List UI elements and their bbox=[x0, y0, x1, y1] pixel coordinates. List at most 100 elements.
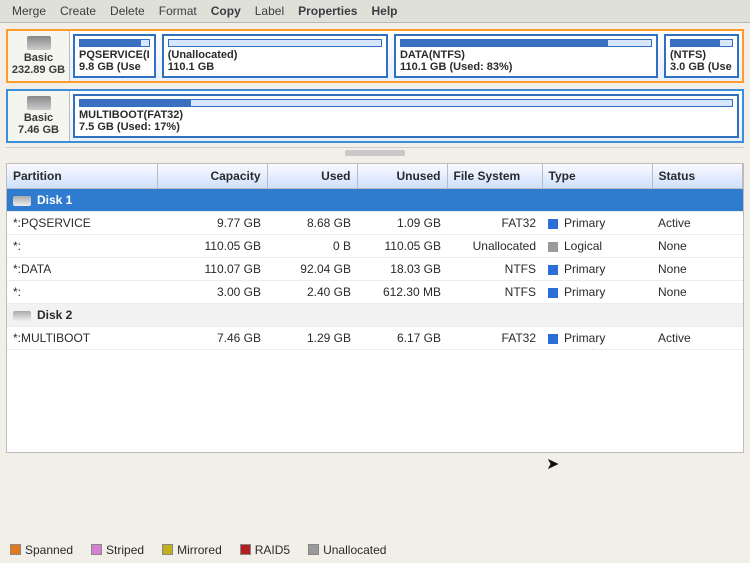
disk-group-header[interactable]: Disk 1 bbox=[7, 189, 743, 212]
usage-bar bbox=[670, 39, 733, 47]
table-row[interactable]: *:DATA110.07 GB92.04 GB18.03 GBNTFSPrima… bbox=[7, 258, 743, 281]
partition-size: 3.0 GB (Use bbox=[670, 61, 733, 73]
partition-box[interactable]: (NTFS)3.0 GB (Use bbox=[664, 34, 739, 78]
disk-label: Basic7.46 GB bbox=[8, 91, 70, 141]
table-row[interactable]: *:3.00 GB2.40 GB612.30 MBNTFSPrimaryNone bbox=[7, 281, 743, 304]
cell-name: *:MULTIBOOT bbox=[7, 327, 157, 350]
partition-size: 7.5 GB (Used: 17%) bbox=[79, 121, 733, 133]
mouse-cursor: ➤ bbox=[546, 454, 559, 474]
type-swatch-icon bbox=[548, 242, 558, 252]
cell-name: *:PQSERVICE bbox=[7, 212, 157, 235]
drive-icon bbox=[27, 96, 51, 110]
partition-name: MULTIBOOT(FAT32) bbox=[79, 109, 733, 121]
disk-label: Basic232.89 GB bbox=[8, 31, 70, 81]
menu-help[interactable]: Help bbox=[371, 4, 397, 18]
cell-unused: 1.09 GB bbox=[357, 212, 447, 235]
disk-basic: Basic bbox=[24, 52, 53, 64]
column-used[interactable]: Used bbox=[267, 164, 357, 189]
menu-label[interactable]: Label bbox=[255, 4, 284, 18]
cell-fs: NTFS bbox=[447, 258, 542, 281]
drive-icon bbox=[27, 36, 51, 50]
cell-unused: 612.30 MB bbox=[357, 281, 447, 304]
partition-box[interactable]: PQSERVICE(I9.8 GB (Use bbox=[73, 34, 156, 78]
legend-striped: Striped bbox=[91, 543, 144, 557]
cell-cap: 3.00 GB bbox=[157, 281, 267, 304]
legend-swatch-icon bbox=[240, 544, 251, 555]
menu-bar[interactable]: Merge Create Delete Format Copy Label Properti… bbox=[0, 0, 750, 23]
cell-fs: FAT32 bbox=[447, 327, 542, 350]
disk-group-header[interactable]: Disk 2 bbox=[7, 304, 743, 327]
cell-type: Primary bbox=[542, 212, 652, 235]
cell-fs: Unallocated bbox=[447, 235, 542, 258]
column-status[interactable]: Status bbox=[652, 164, 743, 189]
cell-used: 8.68 GB bbox=[267, 212, 357, 235]
type-swatch-icon bbox=[548, 288, 558, 298]
legend-raid5: RAID5 bbox=[240, 543, 290, 557]
disk-group-title: Disk 2 bbox=[37, 308, 72, 322]
partition-box[interactable]: MULTIBOOT(FAT32)7.5 GB (Used: 17%) bbox=[73, 94, 739, 138]
type-swatch-icon bbox=[548, 265, 558, 275]
disk-size: 232.89 GB bbox=[12, 64, 65, 76]
disk-basic: Basic bbox=[24, 112, 53, 124]
cell-status: None bbox=[652, 235, 743, 258]
cell-type: Primary bbox=[542, 327, 652, 350]
partition-box[interactable]: (Unallocated)110.1 GB bbox=[162, 34, 388, 78]
column-type[interactable]: Type bbox=[542, 164, 652, 189]
cell-status: Active bbox=[652, 327, 743, 350]
drive-icon bbox=[13, 311, 31, 321]
menu-create[interactable]: Create bbox=[60, 4, 96, 18]
legend-swatch-icon bbox=[162, 544, 173, 555]
drive-icon bbox=[13, 196, 31, 206]
disk-group-title: Disk 1 bbox=[37, 193, 72, 207]
disk-visual-1: Basic7.46 GBMULTIBOOT(FAT32)7.5 GB (Used… bbox=[6, 89, 744, 143]
cell-status: None bbox=[652, 258, 743, 281]
legend-unallocated: Unallocated bbox=[308, 543, 386, 557]
legend-spanned: Spanned bbox=[10, 543, 73, 557]
cell-cap: 9.77 GB bbox=[157, 212, 267, 235]
cell-cap: 110.07 GB bbox=[157, 258, 267, 281]
partition-size: 110.1 GB (Used: 83%) bbox=[400, 61, 652, 73]
cell-type: Primary bbox=[542, 258, 652, 281]
legend-swatch-icon bbox=[91, 544, 102, 555]
usage-bar bbox=[79, 99, 733, 107]
cell-type: Primary bbox=[542, 281, 652, 304]
cell-type: Logical bbox=[542, 235, 652, 258]
cell-used: 0 B bbox=[267, 235, 357, 258]
column-capacity[interactable]: Capacity bbox=[157, 164, 267, 189]
disk-visual-0: Basic232.89 GBPQSERVICE(I9.8 GB (Use(Una… bbox=[6, 29, 744, 83]
menu-format[interactable]: Format bbox=[159, 4, 197, 18]
partition-name: DATA(NTFS) bbox=[400, 49, 652, 61]
type-swatch-icon bbox=[548, 334, 558, 344]
usage-bar bbox=[400, 39, 652, 47]
partition-box[interactable]: DATA(NTFS)110.1 GB (Used: 83%) bbox=[394, 34, 658, 78]
menu-merge[interactable]: Merge bbox=[12, 4, 46, 18]
cell-used: 92.04 GB bbox=[267, 258, 357, 281]
column-file-system[interactable]: File System bbox=[447, 164, 542, 189]
cell-name: *: bbox=[7, 281, 157, 304]
legend-bar: SpannedStripedMirroredRAID5Unallocated bbox=[10, 543, 386, 557]
legend-swatch-icon bbox=[10, 544, 21, 555]
table-row[interactable]: *:MULTIBOOT7.46 GB1.29 GB6.17 GBFAT32Pri… bbox=[7, 327, 743, 350]
cell-name: *:DATA bbox=[7, 258, 157, 281]
menu-delete[interactable]: Delete bbox=[110, 4, 145, 18]
cell-unused: 18.03 GB bbox=[357, 258, 447, 281]
cell-used: 2.40 GB bbox=[267, 281, 357, 304]
cell-unused: 110.05 GB bbox=[357, 235, 447, 258]
cell-used: 1.29 GB bbox=[267, 327, 357, 350]
menu-copy[interactable]: Copy bbox=[211, 4, 241, 18]
table-row[interactable]: *:110.05 GB0 B110.05 GBUnallocatedLogica… bbox=[7, 235, 743, 258]
cell-name: *: bbox=[7, 235, 157, 258]
partition-name: PQSERVICE(I bbox=[79, 49, 150, 61]
usage-bar bbox=[79, 39, 150, 47]
disk-size: 7.46 GB bbox=[18, 124, 59, 136]
column-partition[interactable]: Partition bbox=[7, 164, 157, 189]
cell-status: Active bbox=[652, 212, 743, 235]
cell-unused: 6.17 GB bbox=[357, 327, 447, 350]
menu-properties[interactable]: Properties bbox=[298, 4, 357, 18]
table-row[interactable]: *:PQSERVICE9.77 GB8.68 GB1.09 GBFAT32Pri… bbox=[7, 212, 743, 235]
column-unused[interactable]: Unused bbox=[357, 164, 447, 189]
cell-fs: NTFS bbox=[447, 281, 542, 304]
cell-cap: 7.46 GB bbox=[157, 327, 267, 350]
splitter-handle[interactable] bbox=[6, 147, 744, 159]
usage-bar bbox=[168, 39, 382, 47]
